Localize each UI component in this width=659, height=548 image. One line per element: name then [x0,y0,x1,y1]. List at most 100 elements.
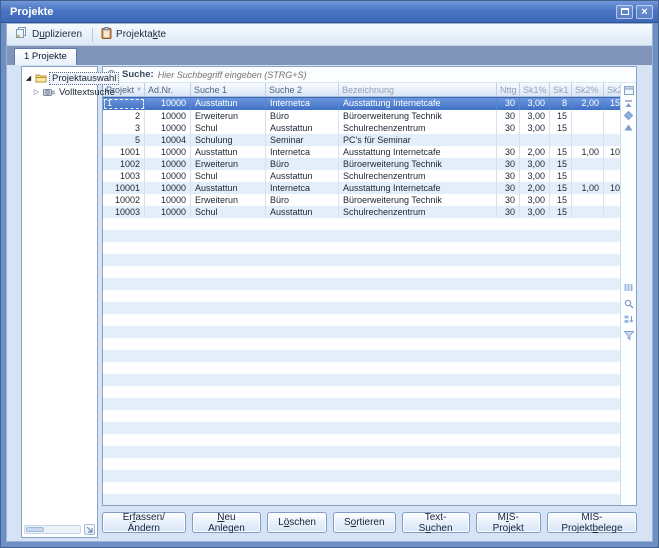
cell-sk2: 10 [604,182,620,194]
empty-row [103,446,620,458]
cell-bezeichnung: Ausstattung Internetcafe [339,98,497,110]
button-erfassen-aendern[interactable]: Erfassen/Ändern [102,512,186,533]
cell-suche-2: Ausstattun [266,122,339,134]
column-header-bezeichnung[interactable]: Bezeichnung [339,83,497,96]
column-header-ad-nr-[interactable]: Ad.Nr. [145,83,191,96]
restore-window-button[interactable] [616,5,633,19]
column-header-suche-2[interactable]: Suche 2 [266,83,339,96]
close-window-button[interactable]: × [636,5,653,19]
cell-suche-2: Internetca [266,182,339,194]
tree-item-label: Projektauswahl [49,72,119,85]
column-header-sk1-[interactable]: Sk1% [520,83,550,96]
button-loeschen[interactable]: Löschen [267,512,327,533]
cell-sk2- [572,110,604,122]
cell-bezeichnung: Büroerweiterung Technik [339,110,497,122]
cell-suche-2: Seminar [266,134,339,146]
search-icon[interactable] [623,298,635,309]
empty-row [103,218,620,230]
table-row[interactable]: 1000110000AusstattunInternetcaAusstattun… [103,182,620,194]
sidebar-item-volltextsuche[interactable]: ▷Volltextsuche [24,85,95,99]
column-header-label: Sk1% [523,85,547,95]
column-header-sk2[interactable]: Sk2 [604,83,620,96]
column-header-sk2-[interactable]: Sk2% [572,83,604,96]
column-header-label: Suche 1 [194,85,227,95]
scroll-center-icon[interactable] [623,110,635,121]
empty-row [103,410,620,422]
scroll-up-icon[interactable] [623,122,635,133]
project-tree: ◢Projektauswahl▷Volltextsuche [22,67,97,103]
cell-sk2 [604,194,620,206]
button-mis-projekt[interactable]: MIS-Projekt [476,512,541,533]
cell-suche-1: Ausstattun [191,98,266,110]
cell-suche-1: Ausstattun [191,146,266,158]
cell-sk1: 15 [550,194,572,206]
panel-corner-button[interactable] [84,524,95,535]
filter-icon[interactable] [623,330,635,341]
empty-row [103,434,620,446]
cell-suche-1: Schul [191,170,266,182]
table-row[interactable]: 510004SchulungSeminarPC's für Seminar [103,134,620,146]
table-row[interactable]: 100210000ErweiterunBüroBüroerweiterung T… [103,158,620,170]
cell-sk2: 10 [604,146,620,158]
table-row[interactable]: 310000SchulAusstattunSchulrechenzentrum3… [103,122,620,134]
cell-sk1: 15 [550,122,572,134]
empty-row [103,302,620,314]
table-row[interactable]: 100110000AusstattunInternetcaAusstattung… [103,146,620,158]
cell-ad-nr-: 10000 [145,170,191,182]
cell-sk2-: 2,00 [572,98,604,110]
column-header-nttg[interactable]: Nttg [497,83,520,96]
cell-projekt: 10003 [103,206,145,218]
toolbar-button-duplizieren[interactable]: Duplizieren [11,26,88,43]
cell-ad-nr-: 10000 [145,206,191,218]
table-row[interactable]: 1000310000SchulAusstattunSchulrechenzent… [103,206,620,218]
cell-sk2 [604,170,620,182]
button-text-suchen[interactable]: Text-Suchen [402,512,470,533]
cell-projekt: 10002 [103,194,145,206]
table-row[interactable]: 210000ErweiterunBüroBüroerweiterung Tech… [103,110,620,122]
tree-horizontal-scrollbar[interactable] [24,525,81,534]
column-header-suche-1[interactable]: Suche 1 [191,83,266,96]
button-label: Duplizieren [32,29,82,40]
button-mis-projektbelege[interactable]: MIS-Projektbelege [547,512,637,533]
column-header-label: Sk2 [607,85,620,95]
columns-icon[interactable] [623,282,635,293]
button-neu-anlegen[interactable]: Neu Anlegen [192,512,261,533]
fulltext-icon[interactable] [43,87,55,98]
empty-row [103,398,620,410]
column-header-sk1[interactable]: Sk1 [550,83,572,96]
cell-projekt: 5 [103,134,145,146]
table-row[interactable]: 110000AusstattunInternetcaAusstattung In… [103,97,620,110]
window-body: DuplizierenProjektakte 1 Projekte ◢Proje… [6,23,653,542]
collapse-arrow-icon[interactable]: ◢ [24,74,33,82]
cell-sk1-: 3,00 [520,158,550,170]
button-sortieren[interactable]: Sortieren [333,512,396,533]
tab-strip: 1 Projekte [7,46,652,65]
cell-suche-2: Büro [266,110,339,122]
cell-sk2- [572,134,604,146]
cell-suche-2: Internetca [266,146,339,158]
cell-sk1-: 3,00 [520,170,550,182]
scroll-top-icon[interactable] [623,98,635,109]
expand-arrow-icon[interactable]: ▷ [32,88,41,96]
scrollbar-thumb[interactable] [26,527,44,532]
sort-values-icon[interactable] [623,314,635,325]
folder-icon[interactable] [35,73,47,84]
table-row[interactable]: 1000210000ErweiterunBüroBüroerweiterung … [103,194,620,206]
cell-sk1-: 3,00 [520,110,550,122]
main-column: Suche: Projekt▼Ad.Nr.Suche 1Suche 2Bezei… [102,66,637,541]
tab-projekte[interactable]: 1 Projekte [14,48,77,65]
toolbar-button-projektakte[interactable]: Projektakte [97,26,172,43]
search-input[interactable] [158,70,632,80]
empty-row [103,482,620,494]
cell-ad-nr-: 10000 [145,146,191,158]
cell-suche-1: Ausstattun [191,182,266,194]
sidebar-item-projektauswahl[interactable]: ◢Projektauswahl [24,71,95,85]
column-header-label: Nttg [500,85,517,95]
tree-item-label: Volltextsuche [57,87,117,98]
search-label: Suche: [122,69,154,80]
action-button-row: Erfassen/Ändern Neu Anlegen Löschen Sortier… [102,512,637,533]
grid-layout-icon[interactable] [624,83,634,97]
table-row[interactable]: 100310000SchulAusstattunSchulrechenzentr… [103,170,620,182]
button-label: Sortieren [344,517,385,528]
cell-sk2 [604,206,620,218]
